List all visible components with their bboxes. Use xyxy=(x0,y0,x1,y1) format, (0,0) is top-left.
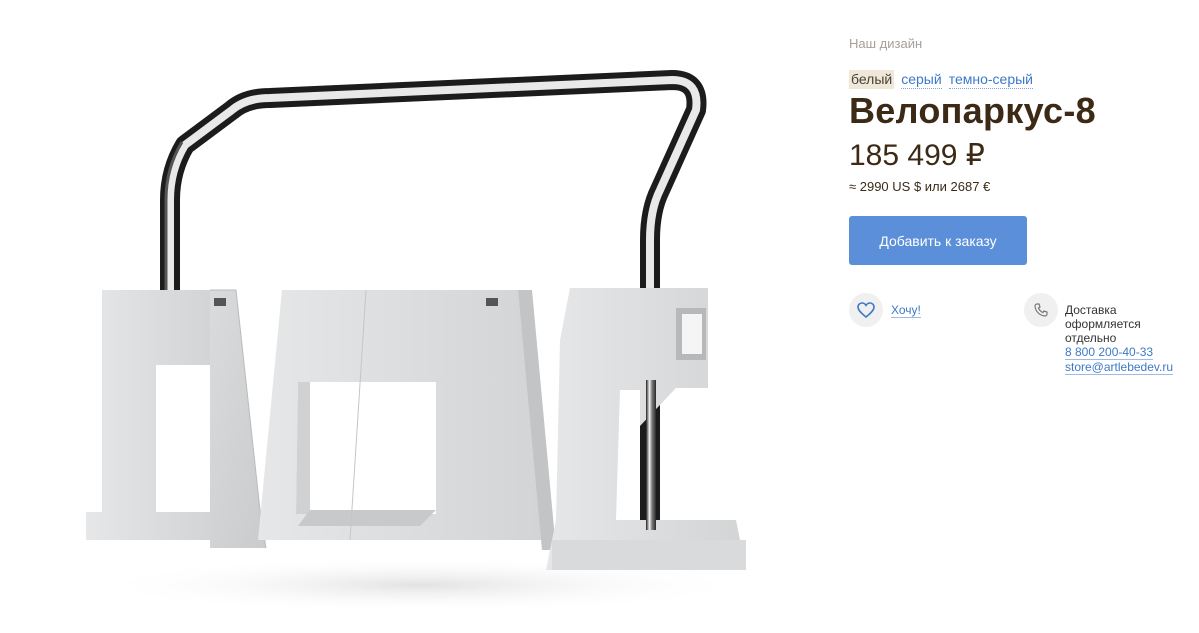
color-option-white[interactable]: белый xyxy=(849,70,895,89)
product-price: 185 499 ₽ xyxy=(849,139,985,172)
collection-link[interactable]: Наш дизайн xyxy=(849,36,922,51)
color-option-dark-gray[interactable]: темно-серый xyxy=(948,70,1034,89)
product-price-converted: ≈ 2990 US $ или 2687 € xyxy=(849,179,991,194)
phone-icon xyxy=(1024,293,1058,327)
wishlist[interactable]: Хочу! xyxy=(849,293,921,327)
delivery-email-link[interactable]: store@artlebedev.ru xyxy=(1065,361,1174,375)
add-to-order-button[interactable]: Добавить к заказу xyxy=(849,216,1027,265)
delivery-note: Доставка оформляется отдельно xyxy=(1065,303,1141,345)
delivery-info: Доставка оформляется отдельно 8 800 200-… xyxy=(1024,293,1185,375)
color-option-gray[interactable]: серый xyxy=(901,70,942,89)
bike-rack-illustration xyxy=(86,70,750,613)
color-selector: белый серый темно-серый xyxy=(849,70,1034,89)
product-page: Наш дизайн белый серый темно-серый Велоп… xyxy=(0,0,1199,633)
wishlist-link[interactable]: Хочу! xyxy=(891,303,921,318)
delivery-text: Доставка оформляется отдельно 8 800 200-… xyxy=(1065,303,1185,375)
delivery-phone-link[interactable]: 8 800 200-40-33 xyxy=(1065,346,1154,360)
product-title: Велопаркус-8 xyxy=(849,90,1096,131)
product-image xyxy=(60,40,780,630)
heart-icon[interactable] xyxy=(849,293,883,327)
